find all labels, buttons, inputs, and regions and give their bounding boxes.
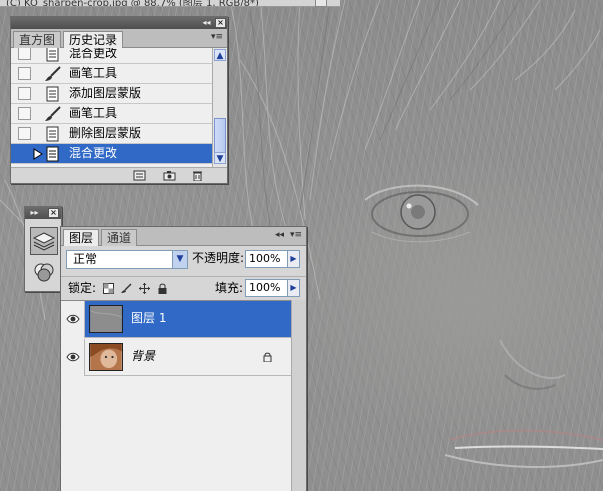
opacity-value: 100%	[249, 252, 281, 265]
history-source-checkbox[interactable]	[18, 127, 31, 140]
panel-menu-icon[interactable]: ▾≡	[211, 32, 223, 42]
layers-tabs: 图层 通道 ◂◂ ▾≡	[61, 227, 306, 246]
history-item-label: 删除图层蒙版	[69, 126, 142, 140]
eye-icon	[66, 314, 80, 324]
layer-thumbnail-photo	[89, 343, 123, 371]
history-footer	[11, 167, 227, 183]
tab-channels[interactable]: 通道	[101, 229, 138, 246]
history-panel-titlebar[interactable]: ◂◂ ×	[11, 17, 227, 29]
document-state-icon	[46, 146, 59, 162]
history-item[interactable]: 画笔工具	[11, 104, 212, 124]
layer-name[interactable]: 背景	[131, 349, 155, 364]
scroll-down-icon[interactable]: ▼	[214, 152, 226, 164]
history-item-label: 添加图层蒙版	[69, 86, 142, 100]
chevron-down-icon[interactable]: ▼	[172, 251, 187, 268]
fill-field[interactable]: 100% ▶	[245, 279, 300, 297]
tab-layers[interactable]: 图层	[63, 229, 100, 246]
trash-icon[interactable]	[191, 170, 204, 181]
history-scrollbar[interactable]: ▲ ▼	[212, 48, 227, 183]
history-source-checkbox[interactable]	[18, 147, 31, 160]
snapshot-camera-icon[interactable]	[163, 170, 176, 181]
history-item-label: 画笔工具	[69, 106, 118, 120]
lock-label: 锁定:	[68, 281, 97, 295]
history-item-label: 画笔工具	[69, 66, 118, 80]
layer-row-background[interactable]: 背景	[61, 339, 291, 376]
lock-transparent-icon[interactable]	[103, 283, 114, 294]
history-source-checkbox[interactable]	[18, 48, 31, 60]
history-item-selected[interactable]: 混合更改	[11, 144, 212, 164]
visibility-toggle[interactable]	[61, 339, 85, 376]
history-item-label: 混合更改	[69, 146, 118, 160]
brush-icon	[45, 66, 61, 81]
visibility-toggle[interactable]	[61, 301, 85, 338]
blend-row: 正常 ▼ 不透明度: 100% ▶	[61, 246, 306, 274]
collapse-icon[interactable]: ◂◂	[275, 230, 284, 240]
collapse-icon[interactable]: ◂◂	[201, 18, 212, 28]
opacity-label: 不透明度:	[192, 251, 245, 265]
blend-mode-value: 正常	[73, 252, 98, 266]
history-panel: ◂◂ × 直方图 历史记录 ▾≡ 混合更改 画笔工具 添加图层蒙版 画笔工具 删…	[10, 16, 228, 184]
document-state-icon	[46, 86, 59, 102]
collapsed-panel-strip: ▸▸ ×	[24, 206, 62, 292]
fill-slider-arrow-icon[interactable]: ▶	[287, 280, 299, 296]
document-state-icon	[46, 48, 59, 62]
tab-history[interactable]: 历史记录	[63, 31, 124, 48]
new-document-from-state-icon[interactable]	[133, 170, 146, 181]
lock-move-icon[interactable]	[139, 283, 150, 294]
lock-icon	[263, 352, 272, 362]
panel-menu-icon[interactable]: ▾≡	[290, 230, 302, 240]
channels-panel-icon[interactable]	[30, 259, 58, 287]
close-icon[interactable]: ×	[215, 18, 226, 28]
fill-value: 100%	[249, 281, 281, 294]
blend-mode-select[interactable]: 正常 ▼	[66, 250, 188, 269]
lock-paint-icon[interactable]	[121, 283, 132, 294]
opacity-slider-arrow-icon[interactable]: ▶	[287, 251, 299, 267]
expand-icon[interactable]: ▸▸	[29, 208, 40, 218]
layer-thumbnail-gray	[89, 305, 123, 333]
opacity-field[interactable]: 100% ▶	[245, 250, 300, 268]
layers-panel: 图层 通道 ◂◂ ▾≡ 正常 ▼ 不透明度: 100% ▶ 锁定: 填充: 10…	[60, 226, 307, 491]
history-item[interactable]: 混合更改	[11, 48, 212, 64]
layer-row-layer-1[interactable]: 图层 1	[61, 301, 291, 338]
layer-list: 图层 1 背景	[61, 300, 291, 491]
fill-label: 填充:	[215, 281, 244, 295]
scroll-up-icon[interactable]: ▲	[214, 49, 226, 61]
history-source-checkbox[interactable]	[18, 67, 31, 80]
tab-histogram[interactable]: 直方图	[13, 31, 62, 48]
close-icon[interactable]: ×	[48, 208, 59, 218]
history-item[interactable]: 添加图层蒙版	[11, 84, 212, 104]
document-state-icon	[46, 126, 59, 142]
strip-titlebar[interactable]: ▸▸ ×	[25, 207, 61, 219]
history-source-checkbox[interactable]	[18, 87, 31, 100]
document-title: (C) KO_sharpen-crop.jpg @ 88.7% (图层 1, R…	[0, 0, 340, 7]
eye-icon	[66, 352, 80, 362]
history-item-label: 混合更改	[69, 48, 118, 60]
history-item[interactable]: 画笔工具	[11, 64, 212, 84]
document-close-button[interactable]	[315, 0, 327, 7]
layer-name[interactable]: 图层 1	[131, 311, 166, 326]
lock-all-icon[interactable]	[157, 283, 168, 294]
layers-scrollbar[interactable]	[291, 300, 306, 491]
layers-panel-icon[interactable]	[30, 227, 58, 255]
brush-icon	[45, 106, 61, 121]
lock-row: 锁定: 填充: 100% ▶	[61, 276, 306, 300]
history-source-checkbox[interactable]	[18, 107, 31, 120]
current-state-marker-icon[interactable]	[33, 148, 43, 160]
history-tabs: 直方图 历史记录 ▾≡	[11, 29, 227, 48]
history-list: 混合更改 画笔工具 添加图层蒙版 画笔工具 删除图层蒙版 混合更改	[11, 48, 212, 183]
history-item[interactable]: 删除图层蒙版	[11, 124, 212, 144]
